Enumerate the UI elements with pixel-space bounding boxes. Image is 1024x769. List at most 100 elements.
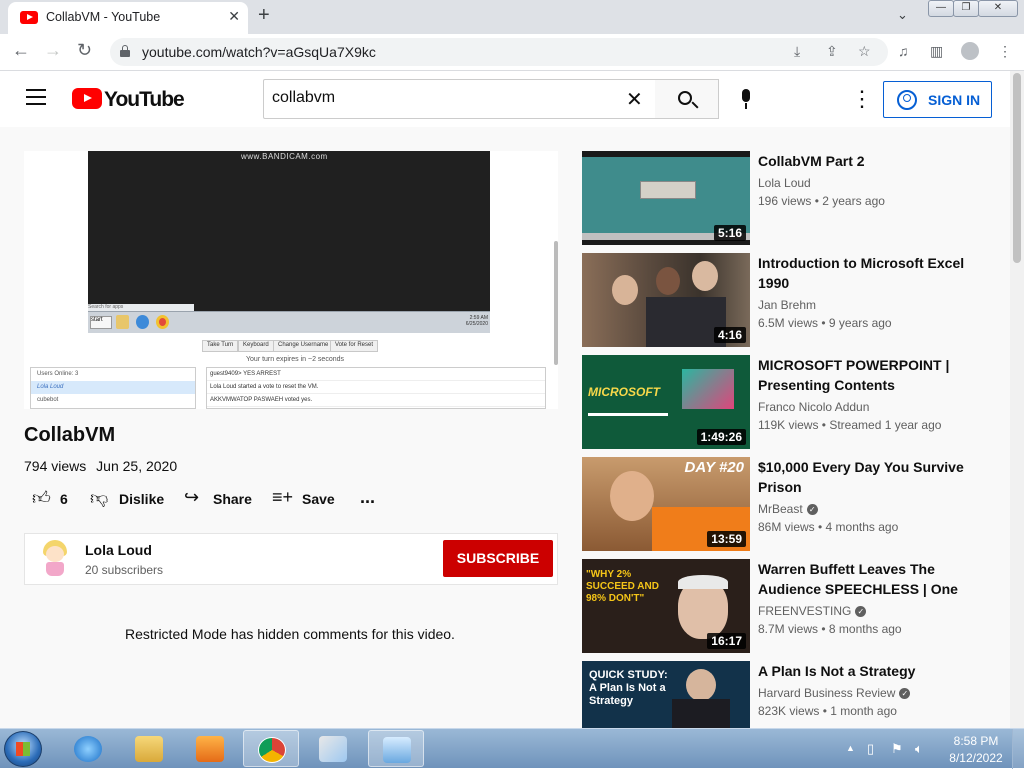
page-scrollbar-thumb[interactable]: [1013, 73, 1021, 263]
lock-icon[interactable]: [120, 45, 130, 57]
video-title[interactable]: CollabVM Part 2: [758, 151, 970, 171]
vm-chat-message: AKKVMWATOP PASWAEH voted yes.: [207, 394, 545, 407]
video-title[interactable]: A Plan Is Not a Strategy: [758, 661, 970, 681]
show-hidden-icons-icon[interactable]: ▲: [846, 743, 855, 753]
windows-start-icon[interactable]: [4, 731, 42, 767]
search-box[interactable]: ✕: [263, 79, 656, 119]
subscribe-button[interactable]: SUBSCRIBE: [443, 540, 553, 577]
verified-icon: ✓: [899, 688, 911, 700]
upload-date: Jun 25, 2020: [96, 458, 178, 474]
sign-in-button[interactable]: SIGN IN: [883, 81, 992, 118]
profile-icon[interactable]: [961, 42, 979, 60]
recommended-video[interactable]: "WHY 2% SUCCEED AND 98% DON'T" 16:17 War…: [582, 559, 1002, 653]
windows-taskbar: ▲ ▯ ⚑ 🔈︎ 8:58 PM 8/12/2022: [0, 728, 1024, 769]
vm-clock: 2:59 AM 6/25/2020: [465, 315, 488, 327]
channel-name[interactable]: Jan Brehm: [758, 298, 816, 312]
vm-taskbar: start 2:59 AM 6/25/2020: [88, 311, 490, 333]
side-panel-icon[interactable]: ▥: [930, 43, 943, 60]
forward-button[interactable]: →: [44, 40, 62, 61]
video-thumbnail[interactable]: DAY #20 13:59: [582, 457, 750, 551]
microphone-icon[interactable]: [740, 89, 752, 111]
taskbar-remote-desktop[interactable]: [368, 730, 424, 767]
video-title[interactable]: Introduction to Microsoft Excel 1990: [758, 253, 970, 293]
vm-turn-text: Your turn expires in ~2 seconds: [246, 356, 344, 363]
taskbar-clock-date[interactable]: 8/12/2022: [946, 751, 1006, 765]
recommended-video[interactable]: DAY #20 13:59 $10,000 Every Day You Surv…: [582, 457, 1002, 551]
new-tab-button[interactable]: +: [258, 4, 270, 27]
channel-avatar[interactable]: [41, 540, 69, 578]
video-thumbnail[interactable]: MICROSOFT 1:49:26: [582, 355, 750, 449]
video-meta: 794 views Jun 25, 2020: [24, 458, 183, 474]
vm-user-item: Lola Loud: [31, 381, 195, 394]
recommended-video[interactable]: 5:16 CollabVM Part 2 Lola Loud 196 views…: [582, 151, 1002, 245]
dislike-button[interactable]: Dislike: [119, 491, 164, 507]
media-control-icon[interactable]: ♫: [898, 43, 909, 59]
tab-search-icon[interactable]: ⌄: [897, 7, 908, 23]
close-tab-icon[interactable]: ✕: [228, 8, 240, 25]
verified-icon: ✓: [806, 504, 818, 516]
channel-name[interactable]: MrBeast ✓: [758, 502, 818, 516]
bookmark-star-icon[interactable]: ☆: [858, 43, 871, 60]
video-duration: 5:16: [713, 225, 746, 241]
more-actions-button[interactable]: ...: [360, 487, 375, 508]
video-duration: 4:16: [713, 327, 746, 343]
video-thumbnail[interactable]: 5:16: [582, 151, 750, 245]
browser-tab[interactable]: CollabVM - YouTube ✕: [8, 2, 248, 34]
channel-name[interactable]: FREENVESTING ✓: [758, 604, 867, 618]
action-center-flag-icon[interactable]: ⚑: [891, 741, 903, 757]
channel-name[interactable]: Lola Loud: [85, 542, 152, 558]
video-title[interactable]: Warren Buffett Leaves The Audience SPEEC…: [758, 559, 970, 599]
channel-name[interactable]: Franco Nicolo Addun: [758, 400, 869, 414]
youtube-header: YouTube ✕ ⋮ SIGN IN: [0, 71, 1010, 127]
reload-button[interactable]: ↻: [77, 40, 92, 61]
volume-icon[interactable]: 🔈︎: [915, 741, 923, 757]
save-playlist-icon[interactable]: ≡+: [272, 487, 293, 508]
channel-name[interactable]: Harvard Business Review ✓: [758, 686, 911, 700]
taskbar-media-player[interactable]: [182, 730, 238, 767]
restore-window-button[interactable]: ❐: [953, 0, 979, 17]
share-button[interactable]: Share: [213, 491, 252, 507]
close-window-button[interactable]: ✕: [978, 0, 1018, 17]
taskbar-paint[interactable]: [305, 730, 361, 767]
share-icon[interactable]: ↪: [184, 487, 199, 508]
channel-name[interactable]: Lola Loud: [758, 176, 811, 190]
recommended-video[interactable]: QUICK STUDY: A Plan Is Not a Strategy A …: [582, 661, 1002, 728]
thumbnail-text: "WHY 2% SUCCEED AND 98% DON'T": [586, 569, 659, 604]
recommended-video[interactable]: 4:16 Introduction to Microsoft Excel 199…: [582, 253, 1002, 347]
video-player[interactable]: www.BANDICAM.com Search for apps start 2…: [24, 151, 558, 409]
back-button[interactable]: ←: [12, 40, 30, 61]
recommended-video[interactable]: MICROSOFT 1:49:26 MICROSOFT POWERPOINT |…: [582, 355, 1002, 449]
share-page-icon[interactable]: ⇪: [826, 43, 838, 60]
page-scrollbar[interactable]: [1010, 71, 1024, 728]
install-app-icon[interactable]: ⤓: [794, 43, 800, 60]
media-player-icon: [196, 736, 224, 762]
dislike-icon[interactable]: 👎︎: [90, 487, 108, 509]
video-title[interactable]: MICROSOFT POWERPOINT | Presenting Conten…: [758, 355, 970, 395]
show-desktop-button[interactable]: [1012, 729, 1024, 769]
taskbar-chrome[interactable]: [243, 730, 299, 767]
settings-more-icon[interactable]: ⋮: [851, 88, 873, 110]
taskbar-internet-explorer[interactable]: [60, 730, 116, 767]
video-thumbnail[interactable]: QUICK STUDY: A Plan Is Not a Strategy: [582, 661, 750, 728]
video-title[interactable]: $10,000 Every Day You Survive Prison: [758, 457, 970, 497]
like-icon[interactable]: 👍︎: [32, 487, 51, 509]
video-thumbnail[interactable]: "WHY 2% SUCCEED AND 98% DON'T" 16:17: [582, 559, 750, 653]
taskbar-file-explorer[interactable]: [121, 730, 177, 767]
search-input[interactable]: [270, 88, 600, 108]
vm-take-turn-button: Take Turn: [202, 340, 239, 352]
hamburger-menu-icon[interactable]: [26, 89, 46, 105]
paint-icon: [319, 736, 347, 762]
clear-search-icon[interactable]: ✕: [626, 87, 643, 112]
minimize-window-button[interactable]: —: [928, 0, 954, 17]
vm-scrollbar: [554, 241, 558, 365]
network-icon[interactable]: ▯: [867, 741, 874, 757]
browser-menu-icon[interactable]: ⋮: [998, 43, 1012, 60]
taskbar-clock-time[interactable]: 8:58 PM: [946, 734, 1006, 748]
save-button[interactable]: Save: [302, 491, 335, 507]
thumbnail-text: MICROSOFT: [588, 385, 660, 399]
video-thumbnail[interactable]: 4:16: [582, 253, 750, 347]
like-count[interactable]: 6: [60, 491, 68, 507]
search-button[interactable]: [655, 79, 719, 119]
url-text[interactable]: youtube.com/watch?v=aGsqUa7X9kc: [142, 44, 376, 60]
address-bar[interactable]: youtube.com/watch?v=aGsqUa7X9kc ⤓ ⇪ ☆: [110, 38, 888, 66]
